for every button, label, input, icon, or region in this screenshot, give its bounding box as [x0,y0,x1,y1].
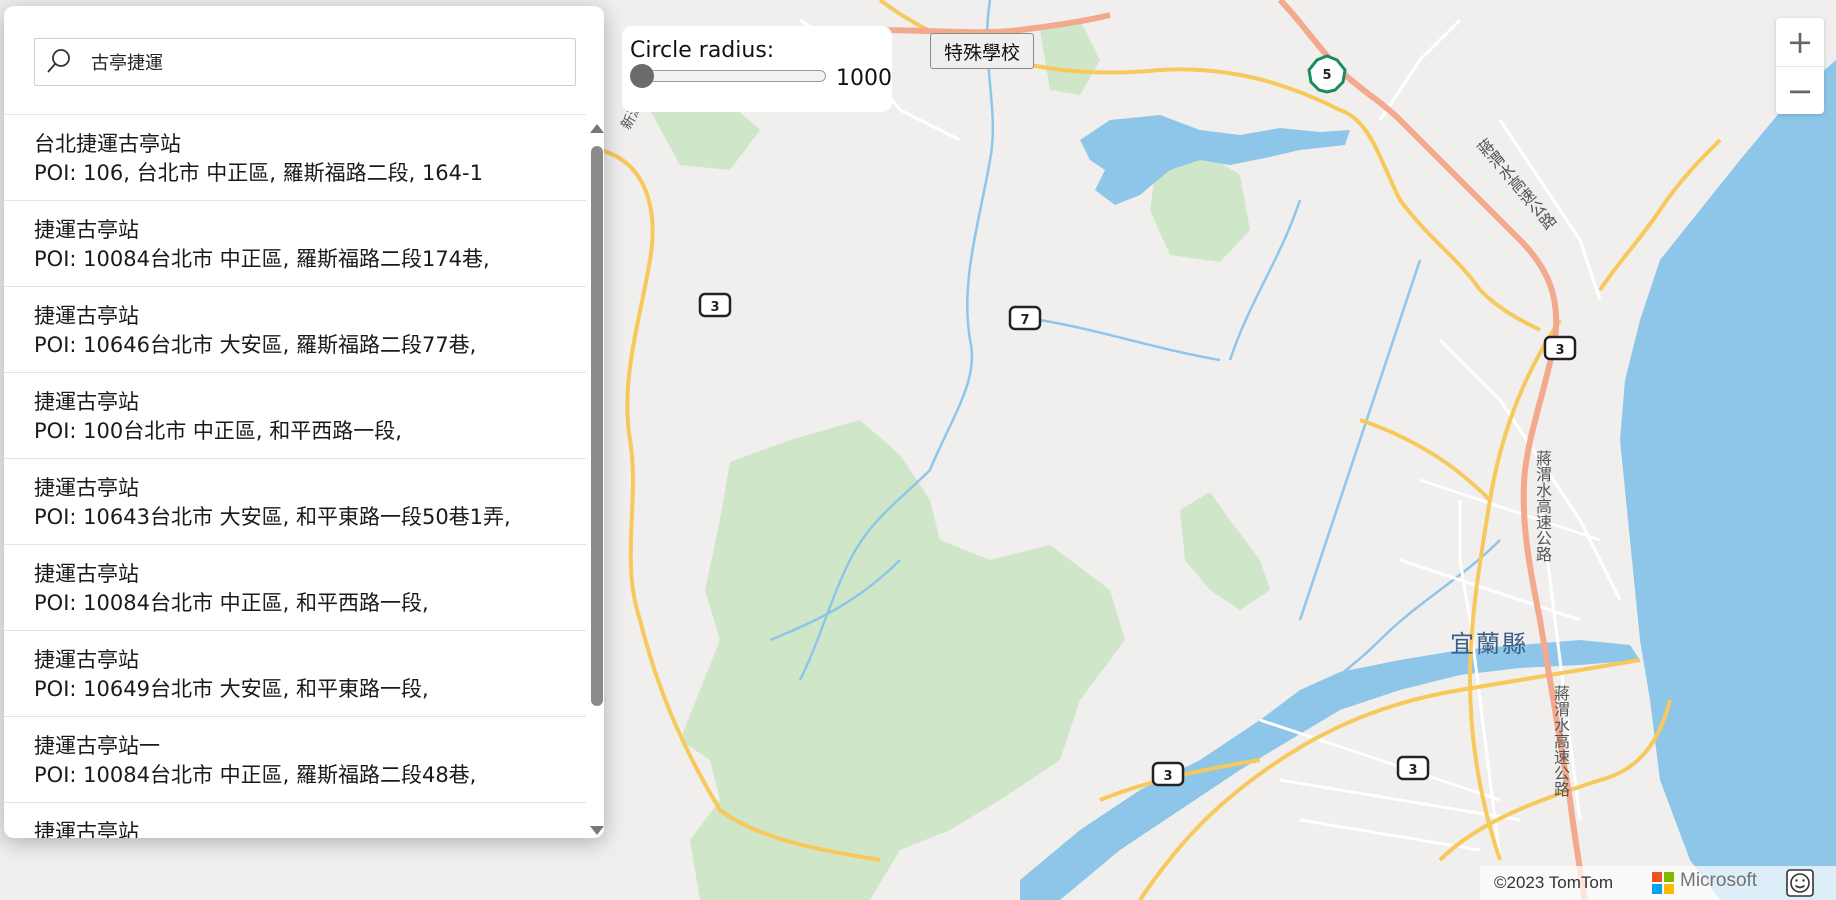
zoom-out-button[interactable]: − [1776,66,1824,114]
result-item[interactable]: 捷運古亭站一 POI: 10084台北市 中正區, 羅斯福路二段48巷, [4,717,586,803]
result-address: POI: 10643台北市 大安區, 和平東路一段50巷1弄, [34,505,511,529]
radius-slider-track[interactable] [634,70,826,82]
result-address: POI: 10084台北市 中正區, 羅斯福路二段48巷, [34,763,477,787]
radius-slider-thumb[interactable] [630,64,654,88]
result-name: 捷運古亭站 [34,390,139,414]
radius-control: Circle radius: 1000 [622,26,892,112]
result-name: 捷運古亭站 [34,648,139,672]
result-item[interactable]: 捷運古亭站 POI: 10646台北市 大安區, 羅斯福路二段77巷, [4,287,586,373]
result-item[interactable]: 捷運古亭站 POI: 10084台北市 中正區, 羅斯福路二段174巷, [4,201,586,287]
result-address: POI: 10084台北市 中正區, 羅斯福路二段174巷, [34,247,490,271]
radius-label: Circle radius: [630,38,775,63]
radius-value: 1000 [836,66,892,91]
route-shield-3: 3 [1151,761,1185,787]
attribution-bar: ©2023 TomTom Microsoft [1480,866,1836,900]
route-shield-3: 3 [1543,335,1577,361]
result-item[interactable]: 捷運古亭站 POI: 100台北市 中正區, 和平西路一段, [4,373,586,459]
result-name: 捷運古亭站 [34,476,139,500]
highway-label: 蔣渭水高速公路 [1533,450,1552,562]
microsoft-brand-text: Microsoft [1680,870,1758,891]
result-address: POI: 10649台北市 大安區, 和平東路一段, [34,677,429,701]
search-panel: 台北捷運古亭站 POI: 106, 台北市 中正區, 羅斯福路二段, 164-1… [4,6,604,838]
results-scrollbar[interactable] [588,120,604,838]
result-name: 捷運古亭站 [34,820,139,838]
result-item[interactable]: 捷運古亭站 POI: 10649台北市 大安區, 和平東路一段, [4,631,586,717]
route-shield-3: 3 [698,292,732,318]
scroll-down-arrow-icon[interactable] [590,826,604,835]
scroll-thumb[interactable] [591,146,603,706]
results-list: 台北捷運古亭站 POI: 106, 台北市 中正區, 羅斯福路二段, 164-1… [4,114,586,838]
result-name: 捷運古亭站一 [34,734,160,758]
svg-text:3: 3 [1555,343,1564,358]
result-name: 台北捷運古亭站 [34,132,181,156]
county-label: 宜蘭縣 [1450,630,1528,658]
svg-text:3: 3 [1408,763,1417,778]
result-name: 捷運古亭站 [34,218,139,242]
result-address: POI: 106, 台北市 中正區, 羅斯福路二段, 164-1 [34,161,483,185]
result-item[interactable]: 捷運古亭站 POI: 10084台北市 中正區, 和平西路一段, [4,545,586,631]
zoom-in-button[interactable]: + [1776,18,1824,66]
result-name: 捷運古亭站 [34,304,139,328]
map-app: 3 7 3 3 3 5 宜蘭縣 蔣渭水高速公路 蔣渭水高速公路 蔣渭水高速公路 … [0,0,1836,900]
result-address: POI: 100台北市 中正區, 和平西路一段, [34,419,402,443]
result-name: 捷運古亭站 [34,562,139,586]
copyright-text: ©2023 TomTom [1494,873,1613,892]
result-item[interactable]: 捷運古亭站 [4,803,586,838]
svg-text:3: 3 [710,300,719,315]
route-shield-5: 5 [1307,54,1347,94]
search-box[interactable] [34,38,576,86]
svg-text:5: 5 [1322,68,1331,83]
zoom-control: + − [1776,18,1824,114]
microsoft-logo-icon [1652,872,1674,894]
route-shield-7: 7 [1008,305,1042,331]
search-input[interactable] [89,46,563,78]
smiley-feedback-icon[interactable] [1784,867,1816,899]
result-item[interactable]: 台北捷運古亭站 POI: 106, 台北市 中正區, 羅斯福路二段, 164-1 [4,115,586,201]
result-address: POI: 10084台北市 中正區, 和平西路一段, [34,591,429,615]
result-address: POI: 10646台北市 大安區, 羅斯福路二段77巷, [34,333,477,357]
svg-text:3: 3 [1163,769,1172,784]
route-shield-3: 3 [1396,755,1430,781]
scroll-up-arrow-icon[interactable] [590,124,604,133]
special-school-button[interactable]: 特殊學校 [930,33,1034,69]
highway-label: 蔣渭水高速公路 [1551,685,1570,797]
search-icon [47,49,70,73]
svg-text:7: 7 [1020,313,1029,328]
result-item[interactable]: 捷運古亭站 POI: 10643台北市 大安區, 和平東路一段50巷1弄, [4,459,586,545]
